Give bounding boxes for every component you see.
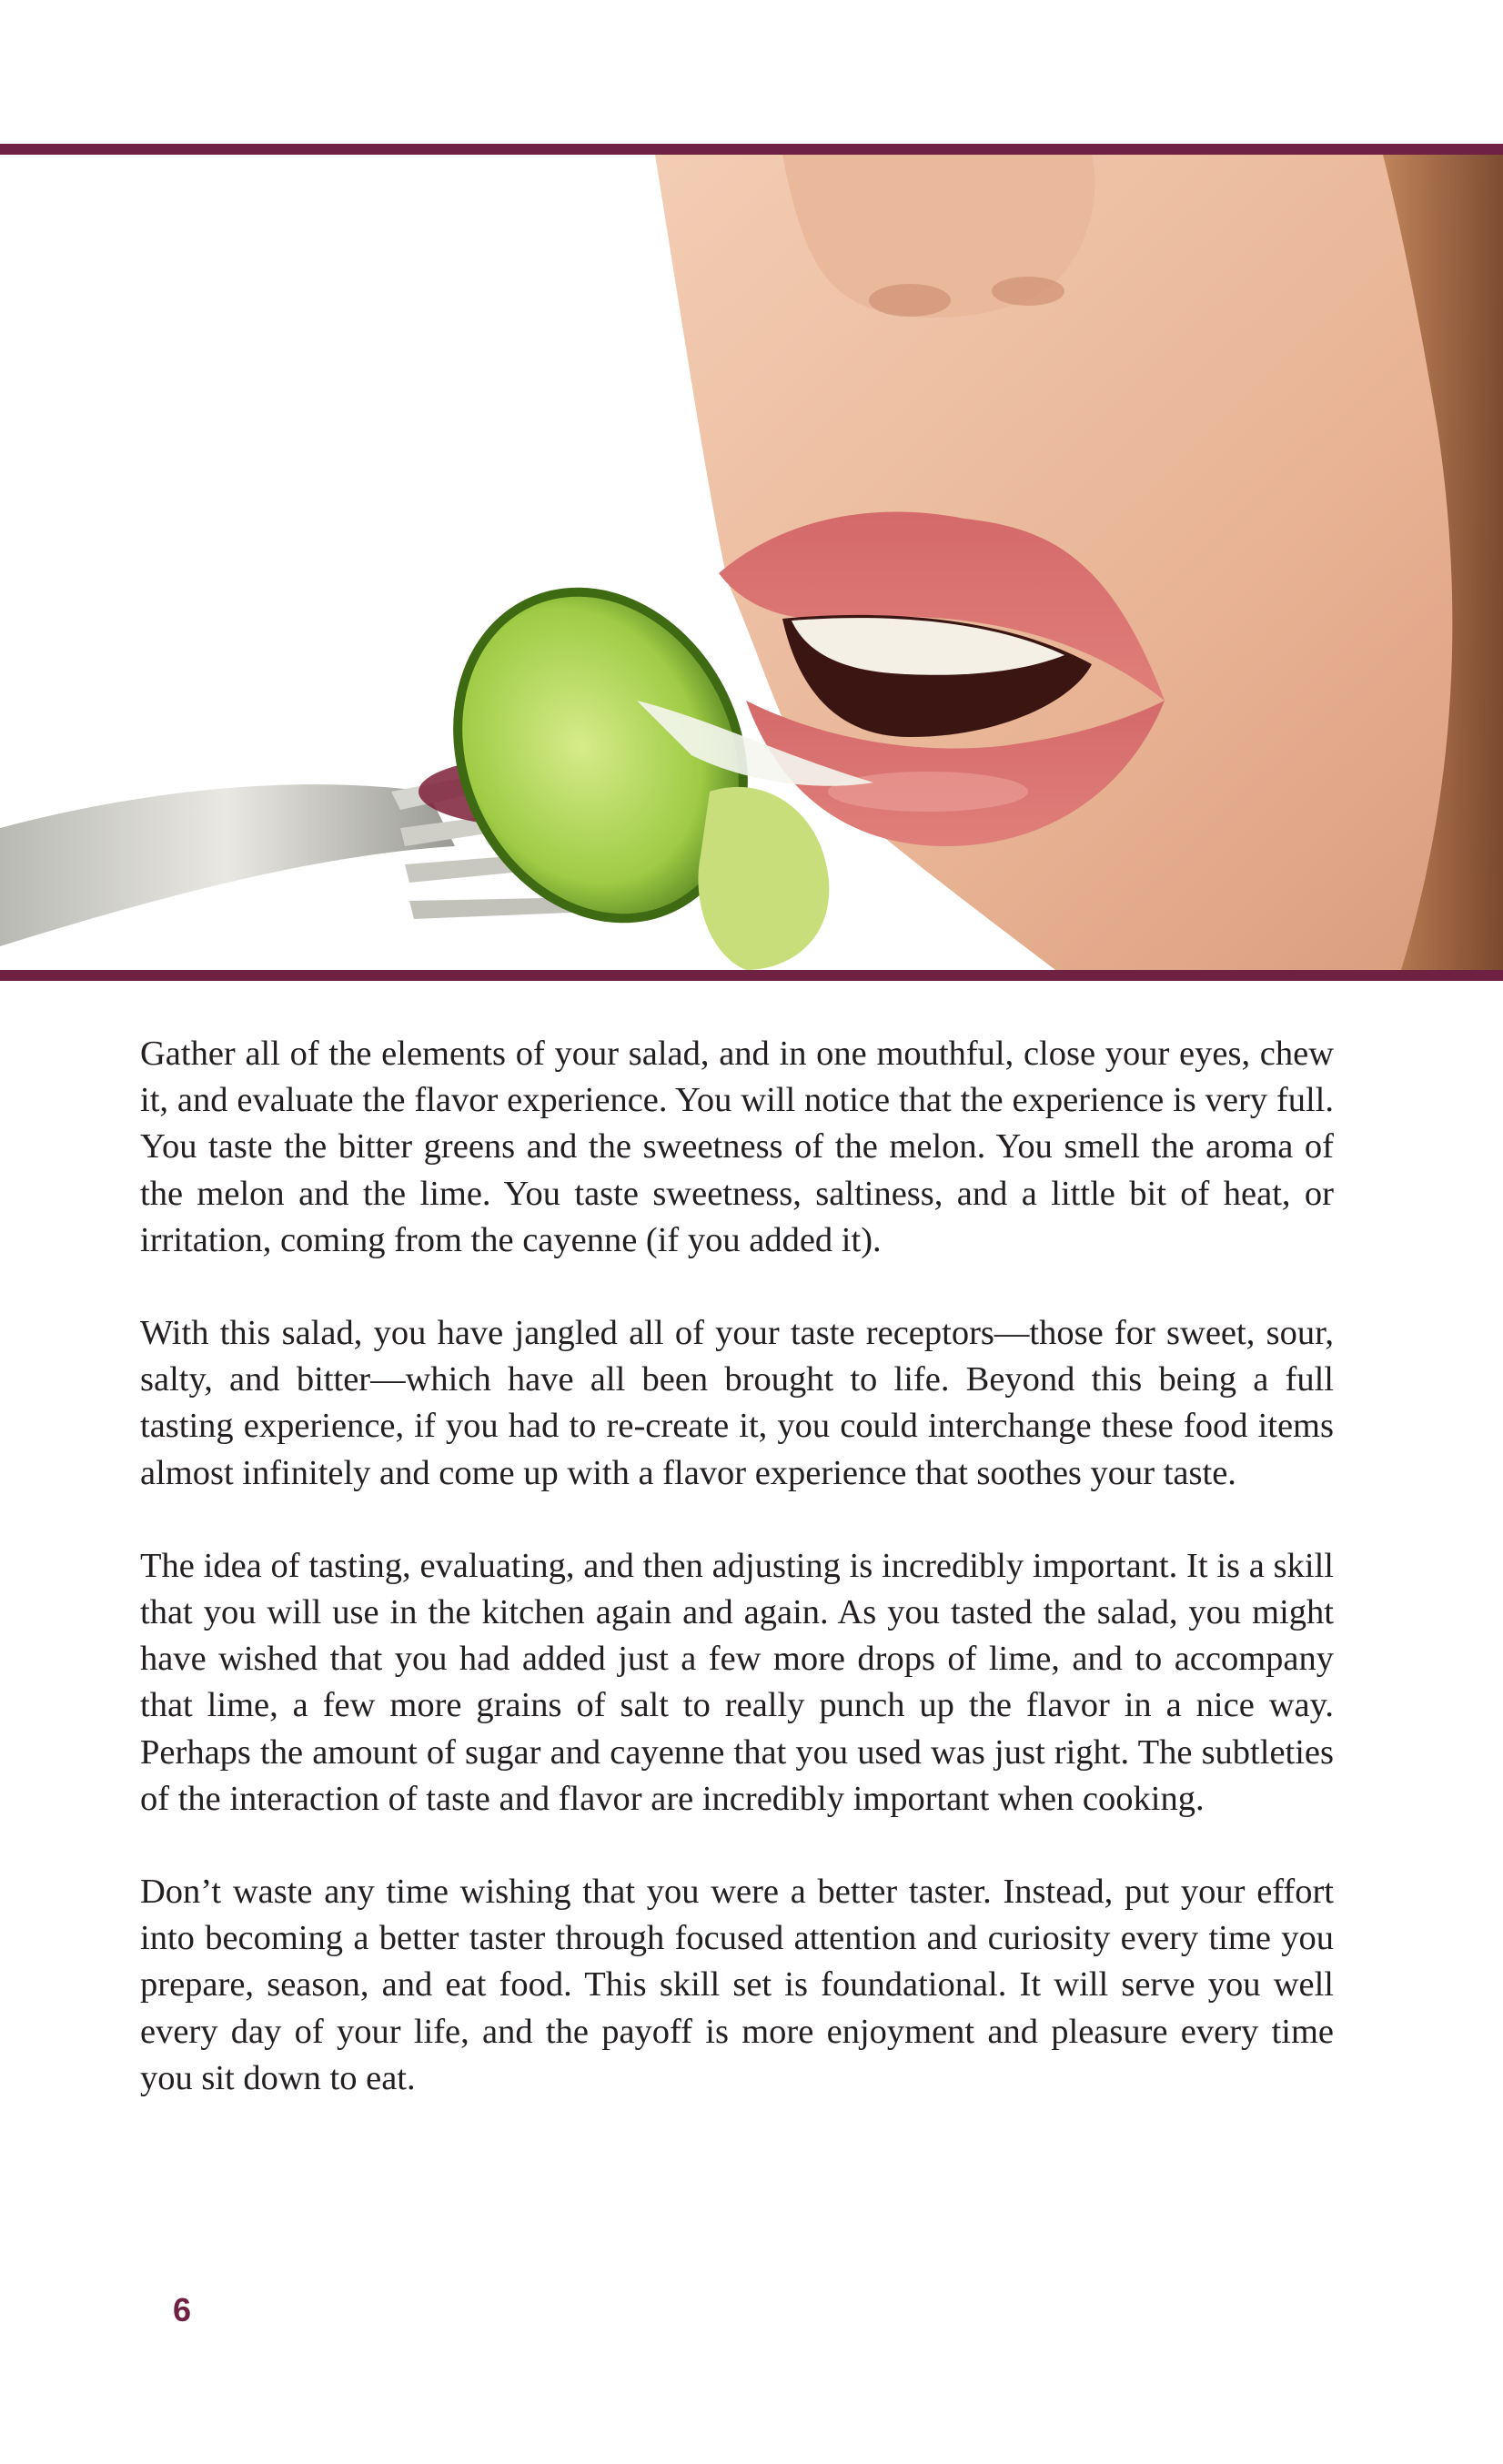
paragraph-1: Gather all of the elements of your salad… xyxy=(140,1035,1334,1259)
paragraph-4: Don’t waste any time wishing that you we… xyxy=(140,1873,1334,2097)
hero-photo-woman-eating-salad xyxy=(0,155,1503,970)
article-body: Gather all of the elements of your salad… xyxy=(140,1031,1334,2148)
bottom-accent-rule xyxy=(0,970,1503,981)
page-number: 6 xyxy=(173,2291,192,2328)
paragraph-3: The idea of tasting, evaluating, and the… xyxy=(140,1546,1334,1818)
paragraph-2: With this salad, you have jangled all of… xyxy=(140,1314,1334,1492)
top-accent-rule xyxy=(0,144,1503,155)
